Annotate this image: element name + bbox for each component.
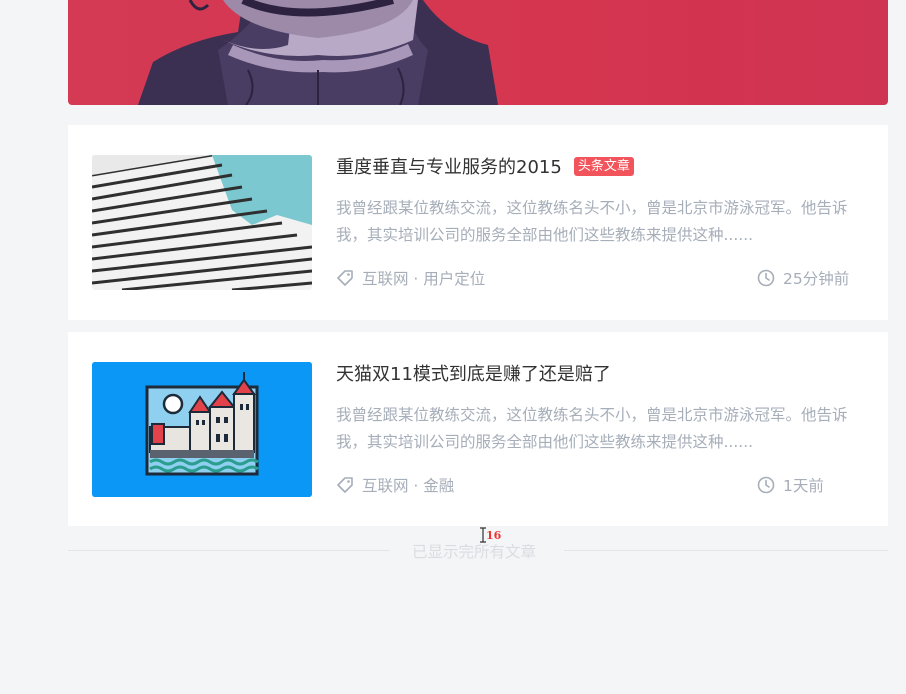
article-tags-text[interactable]: 互联网 · 用户定位 <box>362 267 485 289</box>
article-tags: 互联网 · 用户定位 <box>336 267 485 289</box>
clock-icon <box>757 476 775 494</box>
article-card[interactable]: 天猫双11模式到底是赚了还是赔了 我曾经跟某位教练交流，这位教练名头不小，曾是北… <box>68 332 888 526</box>
article-time: 1天前 <box>757 474 824 496</box>
article-title[interactable]: 重度垂直与专业服务的2015 头条文章 <box>336 153 634 179</box>
building-image <box>92 155 312 290</box>
article-time-text: 1天前 <box>783 477 824 495</box>
cursor-badge: 16 <box>486 529 502 542</box>
article-title-text[interactable]: 天猫双11模式到底是赚了还是赔了 <box>336 364 611 385</box>
tag-icon <box>337 270 353 286</box>
banner-image[interactable] <box>68 0 888 105</box>
article-tags: 互联网 · 金融 <box>336 474 454 496</box>
tag-icon <box>337 477 353 493</box>
clock-icon <box>757 269 775 287</box>
end-of-list-text: 已显示完所有文章 <box>412 543 537 561</box>
article-title-text[interactable]: 重度垂直与专业服务的2015 <box>336 157 562 178</box>
headline-badge: 头条文章 <box>573 157 634 176</box>
article-excerpt: 我曾经跟某位教练交流，这位教练名头不小，曾是北京市游泳冠军。他告诉我，其实培训公… <box>336 199 848 244</box>
article-thumbnail[interactable] <box>92 155 312 290</box>
article-title[interactable]: 天猫双11模式到底是赚了还是赔了 <box>336 360 611 386</box>
article-time: 25分钟前 <box>757 267 849 289</box>
article-time-text: 25分钟前 <box>783 270 850 288</box>
article-excerpt: 我曾经跟某位教练交流，这位教练名头不小，曾是北京市游泳冠军。他告诉我，其实培训公… <box>336 406 848 451</box>
divider-left <box>68 550 390 551</box>
castle-image <box>92 362 312 497</box>
divider-right <box>564 550 888 551</box>
banner-illustration <box>138 0 498 105</box>
article-thumbnail[interactable] <box>92 362 312 497</box>
article-tags-text[interactable]: 互联网 · 金融 <box>362 474 454 496</box>
article-card[interactable]: 重度垂直与专业服务的2015 头条文章 我曾经跟某位教练交流，这位教练名头不小，曾… <box>68 125 888 320</box>
